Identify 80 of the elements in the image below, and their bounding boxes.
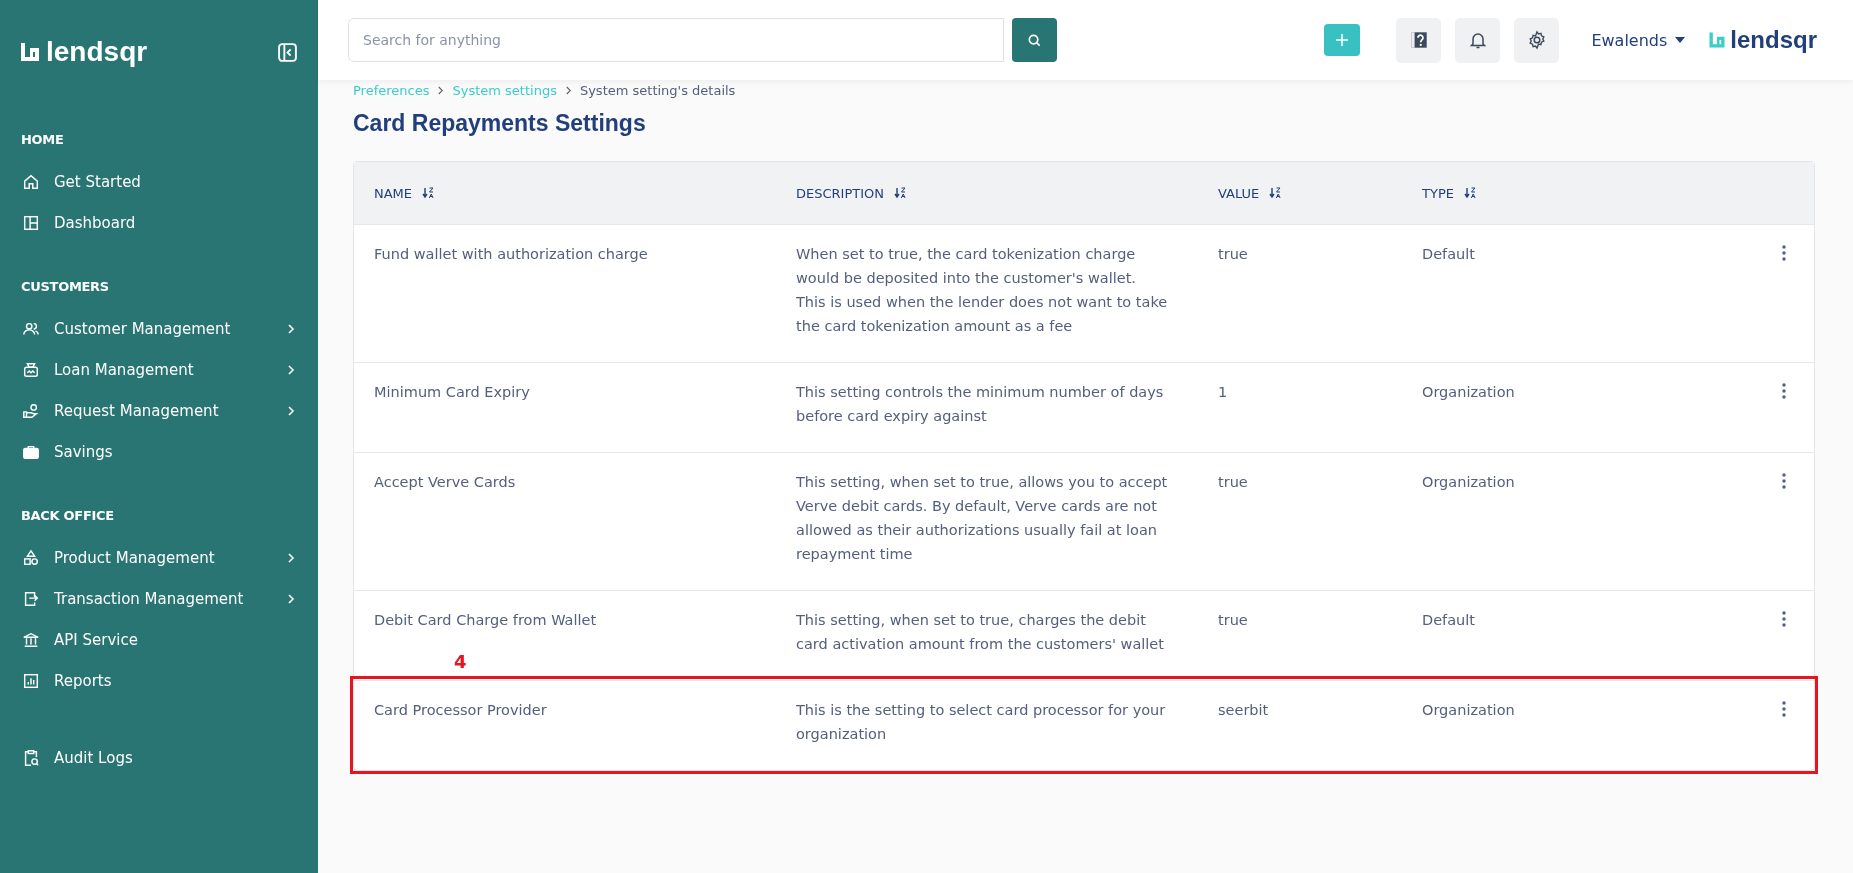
- chevron-right-icon: [286, 323, 296, 334]
- bank-icon: [22, 630, 40, 649]
- chevron-right-icon: [286, 593, 296, 604]
- nav-item[interactable]: Transaction Management: [0, 578, 318, 619]
- loan-icon: [22, 360, 40, 379]
- table-cell-text: true: [1218, 245, 1249, 264]
- table-cell-text: This is the setting to select card processor for your organization: [796, 701, 1167, 744]
- column-header[interactable]: TYPE: [1402, 185, 1754, 201]
- caret-down-icon: [1675, 37, 1686, 43]
- more-options-icon[interactable]: [1782, 245, 1786, 261]
- search-field[interactable]: Search for anything: [348, 18, 1004, 62]
- home-icon: [22, 172, 40, 191]
- plus-icon: [1334, 32, 1351, 48]
- nav-item[interactable]: Savings: [0, 431, 318, 472]
- dashboard-icon: [22, 213, 40, 232]
- lendsqr-logo[interactable]: lendsqr: [1707, 26, 1817, 54]
- table-cell-text: Accept Verve Cards: [374, 473, 517, 492]
- nav-item[interactable]: Dashboard: [0, 202, 318, 243]
- section-heading: BACK OFFICE: [20, 508, 115, 523]
- nav-item[interactable]: Request Management: [0, 390, 318, 431]
- search-icon: [1027, 32, 1042, 48]
- breadcrumb-link[interactable]: System setting's details: [579, 82, 736, 98]
- table-cell-text: Default: [1422, 245, 1476, 264]
- table-cell-text: This setting controls the minimum number of days before card expiry against: [796, 383, 1165, 426]
- chevron-right-icon: [286, 364, 296, 375]
- request-icon: [22, 401, 40, 420]
- nav-item[interactable]: Reports: [0, 660, 318, 701]
- more-options-icon[interactable]: [1782, 383, 1786, 399]
- nav-item[interactable]: Loan Management: [0, 349, 318, 390]
- table-cell-text: Organization: [1422, 383, 1516, 402]
- table-cell-text: Organization: [1422, 473, 1516, 492]
- column-header[interactable]: NAME: [354, 185, 776, 201]
- table-cell-text: 1: [1218, 383, 1229, 402]
- table-cell-text: Organization: [1422, 701, 1516, 720]
- bell-icon: [1467, 30, 1488, 50]
- more-options-icon[interactable]: [1782, 611, 1786, 627]
- table-cell-text: Debit Card Charge from Wallet: [374, 611, 598, 630]
- sort-icon[interactable]: [1463, 187, 1476, 199]
- table-cell-text: Fund wallet with authorization charge: [374, 245, 649, 264]
- sort-icon[interactable]: [422, 187, 435, 199]
- settings-button[interactable]: [1514, 17, 1560, 63]
- shapes-icon: [22, 548, 40, 567]
- more-options-icon[interactable]: [1782, 473, 1786, 489]
- column-header[interactable]: VALUE: [1198, 185, 1402, 201]
- chevron-right-icon: [286, 552, 296, 563]
- lendsqr-logo[interactable]: lendsqr: [18, 36, 148, 68]
- table-cell-text: This setting, when set to true, charges the debit card activation amount from the customers' wallet: [796, 611, 1165, 654]
- section-heading: CUSTOMERS: [20, 279, 110, 294]
- chevron-right-icon: [286, 405, 296, 416]
- sort-icon[interactable]: [1269, 187, 1282, 199]
- nav-item[interactable]: API Service: [0, 619, 318, 660]
- breadcrumb-separator: [564, 85, 572, 95]
- nav-item[interactable]: Customer Management: [0, 308, 318, 349]
- user-menu[interactable]: Ewalends: [1591, 30, 1686, 50]
- help-button[interactable]: [1396, 17, 1442, 63]
- table-cell-text: Minimum Card Expiry: [374, 383, 531, 402]
- section-heading: HOME: [20, 132, 65, 147]
- gear-icon: [1526, 30, 1547, 50]
- table-cell-text: Default: [1422, 611, 1476, 630]
- nav-item[interactable]: Get Started: [0, 161, 318, 202]
- table-cell-text: seerbit: [1218, 701, 1270, 720]
- audit-icon: [22, 748, 40, 767]
- table-cell-text: true: [1218, 611, 1249, 630]
- table-cell-text: This setting, when set to true, allows you to accept Verve debit cards. By default, Verve cards are not allowed as their authorizations usually fail at loan repayment time: [796, 473, 1169, 564]
- table-cell-text: true: [1218, 473, 1249, 492]
- notification-button[interactable]: [1455, 17, 1501, 63]
- collapse-sidebar-icon[interactable]: [277, 41, 298, 63]
- nav-item[interactable]: Product Management: [0, 537, 318, 578]
- more-options-icon[interactable]: [1782, 701, 1786, 717]
- column-header[interactable]: DESCRIPTION: [776, 185, 1198, 201]
- search-button[interactable]: [1012, 18, 1057, 62]
- table-cell-text: Card Processor Provider: [374, 701, 548, 720]
- page-title: Card Repayments Settings: [353, 110, 647, 137]
- chart-icon: [22, 671, 40, 690]
- transfer-icon: [22, 589, 40, 608]
- breadcrumb-separator: [437, 85, 445, 95]
- table-cell-text: When set to true, the card tokenization charge would be deposited into the customer's wallet. This is used when the lender does not want to take the card tokenization amount as a fee: [796, 245, 1169, 336]
- nav-item[interactable]: Audit Logs: [0, 737, 318, 778]
- sort-icon[interactable]: [894, 187, 906, 199]
- annotation-number: 4: [454, 651, 467, 672]
